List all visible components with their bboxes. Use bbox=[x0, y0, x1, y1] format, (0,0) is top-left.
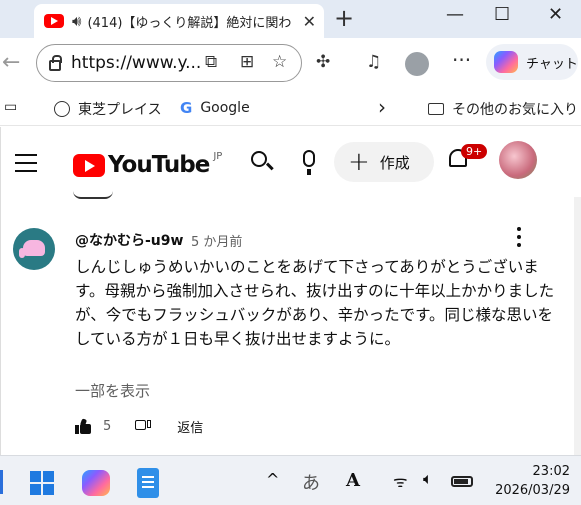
fav-other[interactable]: その他のお気に入り bbox=[428, 99, 578, 119]
youtube-header: YouTube JP + 作成 9+ bbox=[0, 127, 581, 197]
search-icon[interactable] bbox=[249, 149, 275, 175]
lock-icon[interactable] bbox=[49, 54, 62, 71]
thumbs-down-icon[interactable] bbox=[135, 419, 152, 435]
windows-start-icon[interactable] bbox=[30, 471, 54, 495]
fav-label: 東芝プレイス bbox=[78, 102, 162, 118]
copilot-app-icon[interactable] bbox=[82, 470, 110, 496]
new-tab-button[interactable]: + bbox=[334, 4, 354, 32]
fav-label: Google bbox=[200, 100, 250, 116]
taskbar: ^ あ A ᯤ 🔈︎ 23:02 2026/03/29 bbox=[0, 455, 581, 505]
mic-icon[interactable] bbox=[303, 150, 315, 167]
comment-text: しんじしゅうめいかいのことをあげて下さってありがとうございます。母親から強制加入… bbox=[75, 258, 555, 348]
volume-icon[interactable]: 🔈︎ bbox=[423, 469, 433, 489]
region-code: JP bbox=[213, 150, 223, 162]
fav-chevron-icon[interactable]: › bbox=[378, 95, 386, 119]
address-bar[interactable]: https://www.y... bbox=[36, 44, 302, 82]
maximize-button[interactable]: ☐ bbox=[494, 4, 510, 25]
taskbar-indicator bbox=[0, 470, 3, 494]
fav-google[interactable]: G Google bbox=[180, 99, 250, 117]
commenter-avatar[interactable] bbox=[13, 228, 55, 270]
tab-close-icon[interactable]: ✕ bbox=[303, 12, 316, 31]
mic-stand bbox=[307, 169, 311, 175]
app-available-icon[interactable]: ⧉ bbox=[205, 52, 217, 72]
hamburger-menu-icon[interactable] bbox=[15, 154, 37, 178]
browser-tab[interactable]: 🔊︎ (414)【ゆっくり解説】絶対に関わ ✕ bbox=[34, 4, 324, 38]
plus-icon: + bbox=[348, 147, 370, 177]
folder-icon bbox=[428, 103, 444, 115]
extensions-grid-icon[interactable]: ⊞ bbox=[240, 52, 254, 72]
fav-toshiba-place[interactable]: 東芝プレイス bbox=[54, 99, 162, 119]
reply-button[interactable]: 返信 bbox=[177, 417, 203, 436]
google-icon: G bbox=[180, 99, 193, 117]
url-text[interactable]: https://www.y... bbox=[71, 53, 201, 73]
close-window-button[interactable]: ✕ bbox=[548, 4, 563, 25]
speaker-icon[interactable]: 🔊︎ bbox=[72, 12, 81, 30]
comment-author[interactable]: @なかむら-u9w bbox=[75, 230, 183, 250]
copilot-icon bbox=[494, 51, 518, 73]
youtube-favicon-icon bbox=[44, 14, 64, 28]
clock-date: 2026/03/29 bbox=[495, 483, 570, 498]
ime-hiragana-icon[interactable]: あ bbox=[302, 469, 320, 495]
notification-badge: 9+ bbox=[461, 144, 488, 159]
comment-time[interactable]: 5 か月前 bbox=[191, 231, 242, 250]
extensions-puzzle-icon[interactable]: ✣ bbox=[316, 52, 330, 72]
address-toolbar: ← https://www.y... ⧉ ⊞ ☆ ✣ ♫ ··· チャット bbox=[0, 38, 581, 90]
elephant-icon bbox=[19, 240, 45, 258]
create-label: 作成 bbox=[379, 153, 410, 172]
youtube-logo[interactable]: YouTube JP bbox=[73, 150, 223, 178]
comments-section: @なかむら-u9w 5 か月前 しんじしゅうめいかいのことをあげて下さってありが… bbox=[0, 197, 581, 455]
copilot-chat-button[interactable]: チャット bbox=[486, 44, 578, 80]
scrollbar[interactable] bbox=[574, 197, 581, 455]
favorite-star-icon[interactable]: ☆ bbox=[272, 52, 287, 72]
reading-icon[interactable]: ▭ bbox=[4, 99, 17, 115]
more-actions-icon[interactable] bbox=[517, 227, 521, 251]
create-button[interactable]: + 作成 bbox=[334, 142, 434, 182]
media-control-icon[interactable]: ♫ bbox=[366, 52, 381, 72]
fav-label: その他のお気に入り bbox=[452, 102, 578, 118]
notepad-icon[interactable] bbox=[137, 468, 159, 498]
partial-icon bbox=[73, 191, 113, 199]
wifi-icon[interactable]: ᯤ bbox=[393, 470, 408, 492]
youtube-play-icon bbox=[73, 153, 105, 177]
copilot-label: チャット bbox=[526, 56, 578, 72]
tab-title: (414)【ゆっくり解説】絶対に関わ bbox=[87, 15, 292, 31]
ime-mode-icon[interactable]: A bbox=[346, 470, 360, 491]
clock[interactable]: 23:02 2026/03/29 bbox=[490, 462, 570, 500]
account-avatar[interactable] bbox=[499, 141, 537, 179]
favorites-bar: ▭ 東芝プレイス G Google › その他のお気に入り bbox=[0, 90, 581, 126]
clock-time: 23:02 bbox=[532, 464, 570, 479]
youtube-wordmark: YouTube bbox=[108, 152, 210, 178]
thumbs-up-icon[interactable] bbox=[75, 417, 91, 435]
settings-menu-icon[interactable]: ··· bbox=[452, 48, 471, 72]
minimize-button[interactable]: — bbox=[446, 4, 464, 25]
browser-tab-bar: 🔊︎ (414)【ゆっくり解説】絶対に関わ ✕ + — ☐ ✕ bbox=[0, 0, 581, 38]
battery-icon[interactable] bbox=[451, 476, 473, 487]
tray-chevron-icon[interactable]: ^ bbox=[266, 470, 279, 489]
comment-actions: 5 返信 bbox=[75, 417, 203, 436]
show-less-button[interactable]: 一部を表示 bbox=[75, 380, 150, 401]
profile-avatar[interactable] bbox=[405, 52, 429, 76]
globe-icon bbox=[54, 101, 70, 117]
back-arrow-icon[interactable]: ← bbox=[2, 50, 20, 75]
like-count: 5 bbox=[103, 419, 112, 434]
